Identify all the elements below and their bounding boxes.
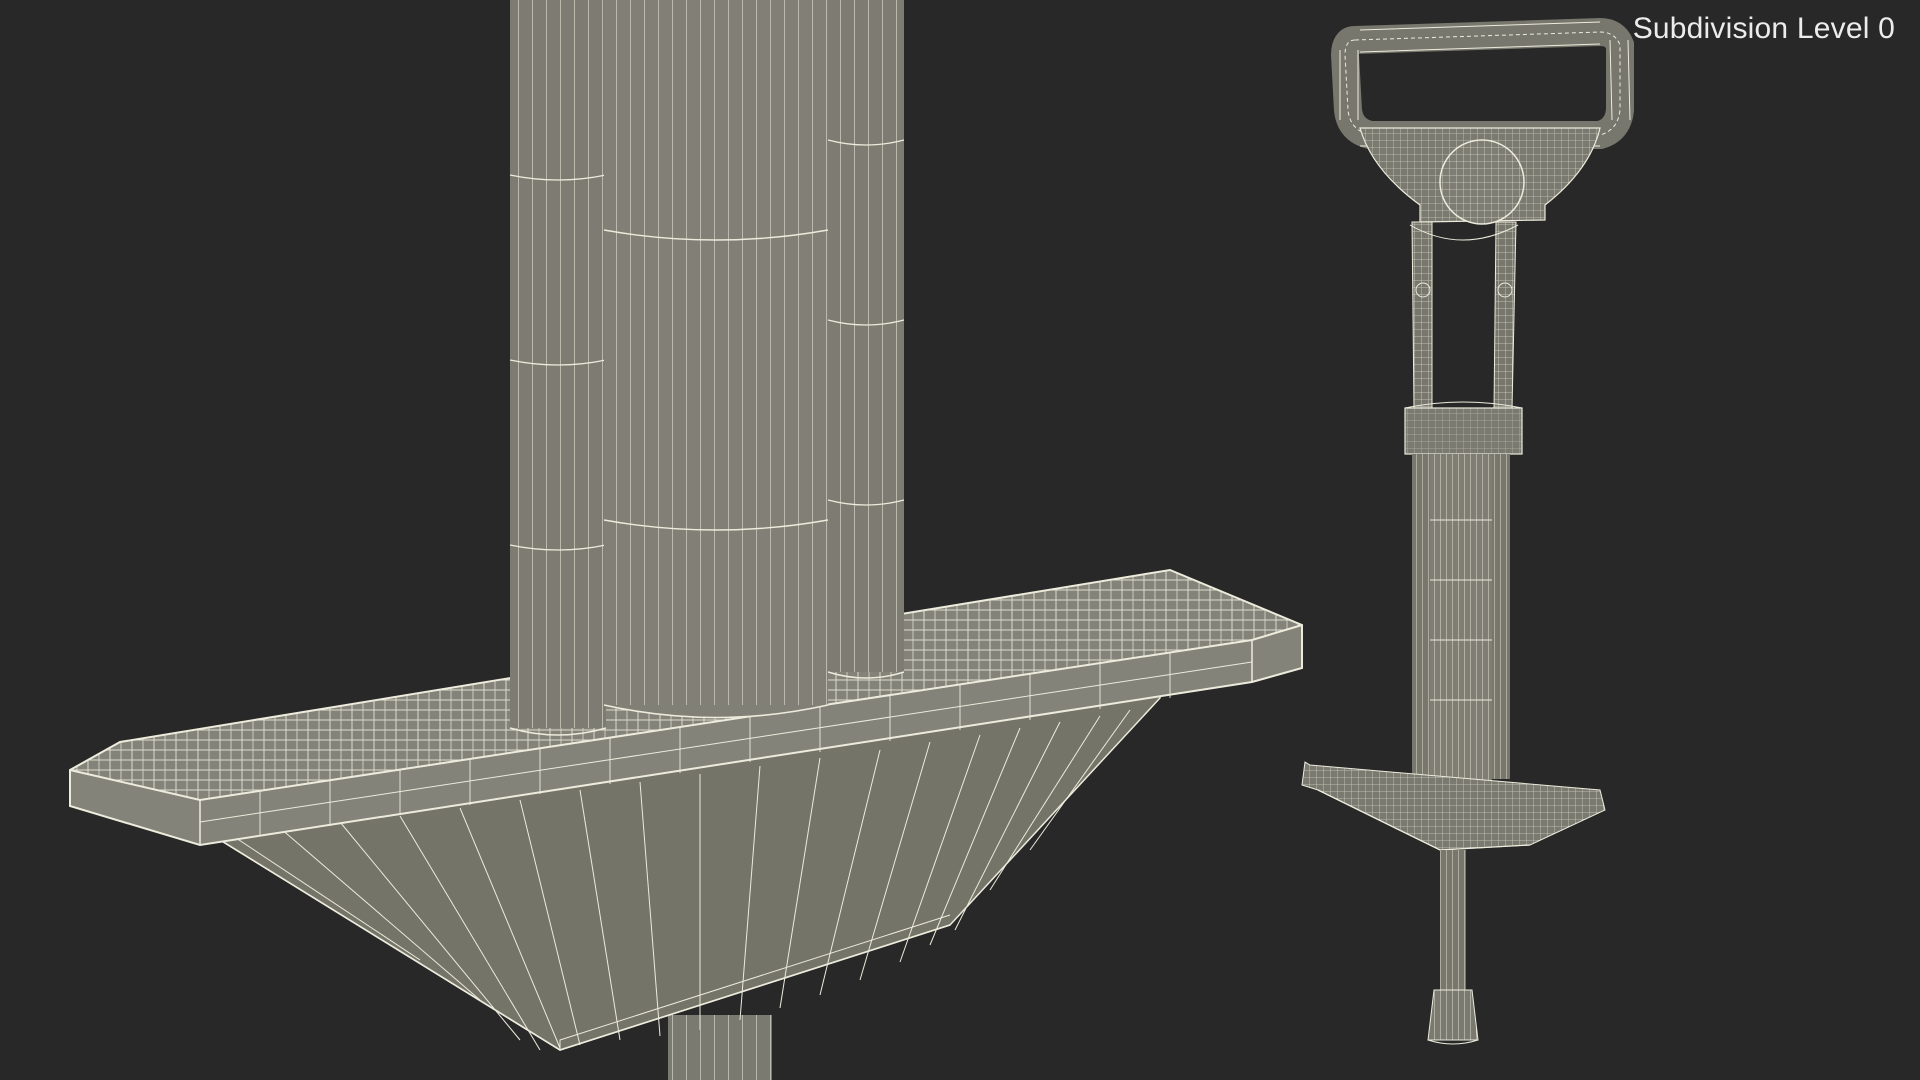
render-viewport: Subdivision Level 0: [0, 0, 1920, 1080]
subdivision-level-label: Subdivision Level 0: [1632, 12, 1895, 45]
wireframe-render: [69, 0, 1634, 1080]
pogo-shaft-tip: [1427, 850, 1479, 1045]
closeup-left-tube: [509, 0, 607, 736]
closeup-model: [69, 0, 1303, 1080]
pogo-collar: [1404, 401, 1523, 455]
closeup-right-tube: [827, 0, 905, 679]
pogo-upper-arms: [1409, 221, 1519, 411]
pogo-yoke: [1359, 127, 1601, 225]
closeup-shaft: [668, 1015, 772, 1080]
full-pogo-stick-model: [1301, 17, 1634, 1045]
pogo-lower-tubes: [1412, 454, 1510, 784]
closeup-main-tube: [603, 0, 829, 719]
